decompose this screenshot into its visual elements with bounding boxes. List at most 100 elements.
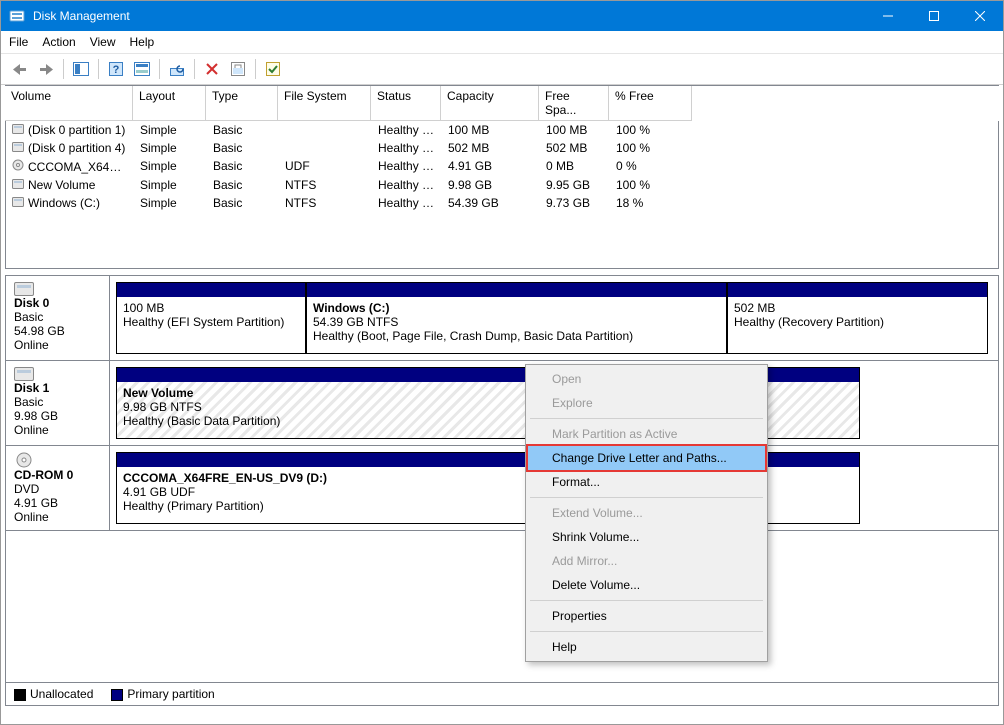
cell-status: Healthy (P... — [372, 158, 442, 175]
cell-free: 100 MB — [540, 122, 610, 138]
partition[interactable]: 502 MBHealthy (Recovery Partition) — [727, 282, 988, 354]
partition-stripe — [307, 283, 726, 297]
cell-pfree: 100 % — [610, 140, 693, 156]
menu-view[interactable]: View — [90, 35, 116, 49]
cell-layout: Simple — [134, 177, 207, 193]
volume-row[interactable]: (Disk 0 partition 1)SimpleBasicHealthy (… — [6, 121, 998, 139]
volume-name: (Disk 0 partition 1) — [28, 123, 125, 137]
partition[interactable]: Windows (C:)54.39 GB NTFSHealthy (Boot, … — [306, 282, 727, 354]
partition[interactable]: 100 MBHealthy (EFI System Partition) — [116, 282, 306, 354]
col-capacity[interactable]: Capacity — [441, 86, 539, 121]
cell-capacity: 54.39 GB — [442, 195, 540, 211]
volume-list-header: Volume Layout Type File System Status Ca… — [5, 85, 999, 121]
cell-status: Healthy (B... — [372, 177, 442, 193]
col-layout[interactable]: Layout — [133, 86, 206, 121]
partition-stripe — [117, 283, 305, 297]
volume-name: (Disk 0 partition 4) — [28, 141, 125, 155]
volume-list[interactable]: (Disk 0 partition 1)SimpleBasicHealthy (… — [5, 121, 999, 269]
settings-icon[interactable] — [131, 58, 153, 80]
volume-row[interactable]: New VolumeSimpleBasicNTFSHealthy (B...9.… — [6, 176, 998, 194]
cell-capacity: 4.91 GB — [442, 158, 540, 175]
show-hide-button[interactable] — [70, 58, 92, 80]
ctx-properties[interactable]: Properties — [528, 604, 765, 628]
disk-type: DVD — [14, 482, 101, 496]
menu-file[interactable]: File — [9, 35, 28, 49]
menu-action[interactable]: Action — [42, 35, 75, 49]
cell-fs: NTFS — [279, 195, 372, 211]
ctx-shrink[interactable]: Shrink Volume... — [528, 525, 765, 549]
menu-help[interactable]: Help — [130, 35, 155, 49]
back-button[interactable] — [9, 58, 31, 80]
cell-layout: Simple — [134, 140, 207, 156]
col-fs[interactable]: File System — [278, 86, 371, 121]
ctx-help[interactable]: Help — [528, 635, 765, 659]
cell-status: Healthy (R... — [372, 140, 442, 156]
disk-icon — [14, 452, 101, 468]
ctx-extend[interactable]: Extend Volume... — [528, 501, 765, 525]
volume-row[interactable]: CCCOMA_X64FRE...SimpleBasicUDFHealthy (P… — [6, 157, 998, 176]
cell-free: 0 MB — [540, 158, 610, 175]
ctx-change-drive-letter[interactable]: Change Drive Letter and Paths... — [528, 446, 765, 470]
ctx-explore[interactable]: Explore — [528, 391, 765, 415]
minimize-button[interactable] — [865, 1, 911, 31]
delete-icon[interactable] — [201, 58, 223, 80]
legend: Unallocated Primary partition — [6, 682, 998, 705]
cell-fs: NTFS — [279, 177, 372, 193]
cell-free: 9.73 GB — [540, 195, 610, 211]
context-menu: Open Explore Mark Partition as Active Ch… — [525, 364, 768, 662]
volume-icon — [12, 197, 26, 207]
cell-layout: Simple — [134, 158, 207, 175]
window-title: Disk Management — [33, 9, 865, 23]
legend-swatch-primary — [111, 689, 123, 701]
cell-pfree: 100 % — [610, 177, 693, 193]
legend-unallocated: Unallocated — [30, 687, 93, 701]
volume-icon — [12, 142, 26, 152]
col-status[interactable]: Status — [371, 86, 441, 121]
cell-status: Healthy (B... — [372, 195, 442, 211]
volume-row[interactable]: Windows (C:) SimpleBasicNTFSHealthy (B...… — [6, 194, 998, 212]
partition-status: Healthy (Boot, Page File, Crash Dump, Ba… — [313, 329, 720, 343]
disk-state: Online — [14, 510, 101, 524]
disk-label: Disk 1 — [14, 381, 101, 395]
menubar: File Action View Help — [1, 31, 1003, 54]
disk-type: Basic — [14, 310, 101, 324]
col-volume[interactable]: Volume — [5, 86, 133, 121]
col-type[interactable]: Type — [206, 86, 278, 121]
disk-icon — [14, 282, 101, 296]
partition-size: 100 MB — [123, 301, 299, 315]
maximize-button[interactable] — [911, 1, 957, 31]
cell-layout: Simple — [134, 195, 207, 211]
col-free[interactable]: Free Spa... — [539, 86, 609, 121]
close-button[interactable] — [957, 1, 1003, 31]
disk-type: Basic — [14, 395, 101, 409]
help-icon[interactable]: ? — [105, 58, 127, 80]
disk-size: 4.91 GB — [14, 496, 101, 510]
cell-fs — [279, 122, 372, 138]
ctx-mark-active[interactable]: Mark Partition as Active — [528, 422, 765, 446]
ctx-delete[interactable]: Delete Volume... — [528, 573, 765, 597]
partition-status: Healthy (EFI System Partition) — [123, 315, 299, 329]
checkmark-icon[interactable] — [262, 58, 284, 80]
cell-type: Basic — [207, 177, 279, 193]
cell-type: Basic — [207, 158, 279, 175]
partition-stripe — [728, 283, 987, 297]
ctx-open[interactable]: Open — [528, 367, 765, 391]
disk-size: 9.98 GB — [14, 409, 101, 423]
ctx-format[interactable]: Format... — [528, 470, 765, 494]
cell-pfree: 0 % — [610, 158, 693, 175]
titlebar: Disk Management — [1, 1, 1003, 31]
volume-name: Windows (C:) — [28, 196, 100, 210]
col-pfree[interactable]: % Free — [609, 86, 692, 121]
cell-capacity: 502 MB — [442, 140, 540, 156]
refresh-icon[interactable] — [166, 58, 188, 80]
cell-type: Basic — [207, 195, 279, 211]
disk-label: CD-ROM 0 — [14, 468, 101, 482]
ctx-add-mirror[interactable]: Add Mirror... — [528, 549, 765, 573]
cell-free: 9.95 GB — [540, 177, 610, 193]
properties-icon[interactable] — [227, 58, 249, 80]
volume-row[interactable]: (Disk 0 partition 4)SimpleBasicHealthy (… — [6, 139, 998, 157]
forward-button[interactable] — [35, 58, 57, 80]
cell-layout: Simple — [134, 122, 207, 138]
volume-icon — [12, 159, 26, 171]
disk-row: Disk 1Basic9.98 GBOnlineNew Volume9.98 G… — [6, 361, 998, 446]
